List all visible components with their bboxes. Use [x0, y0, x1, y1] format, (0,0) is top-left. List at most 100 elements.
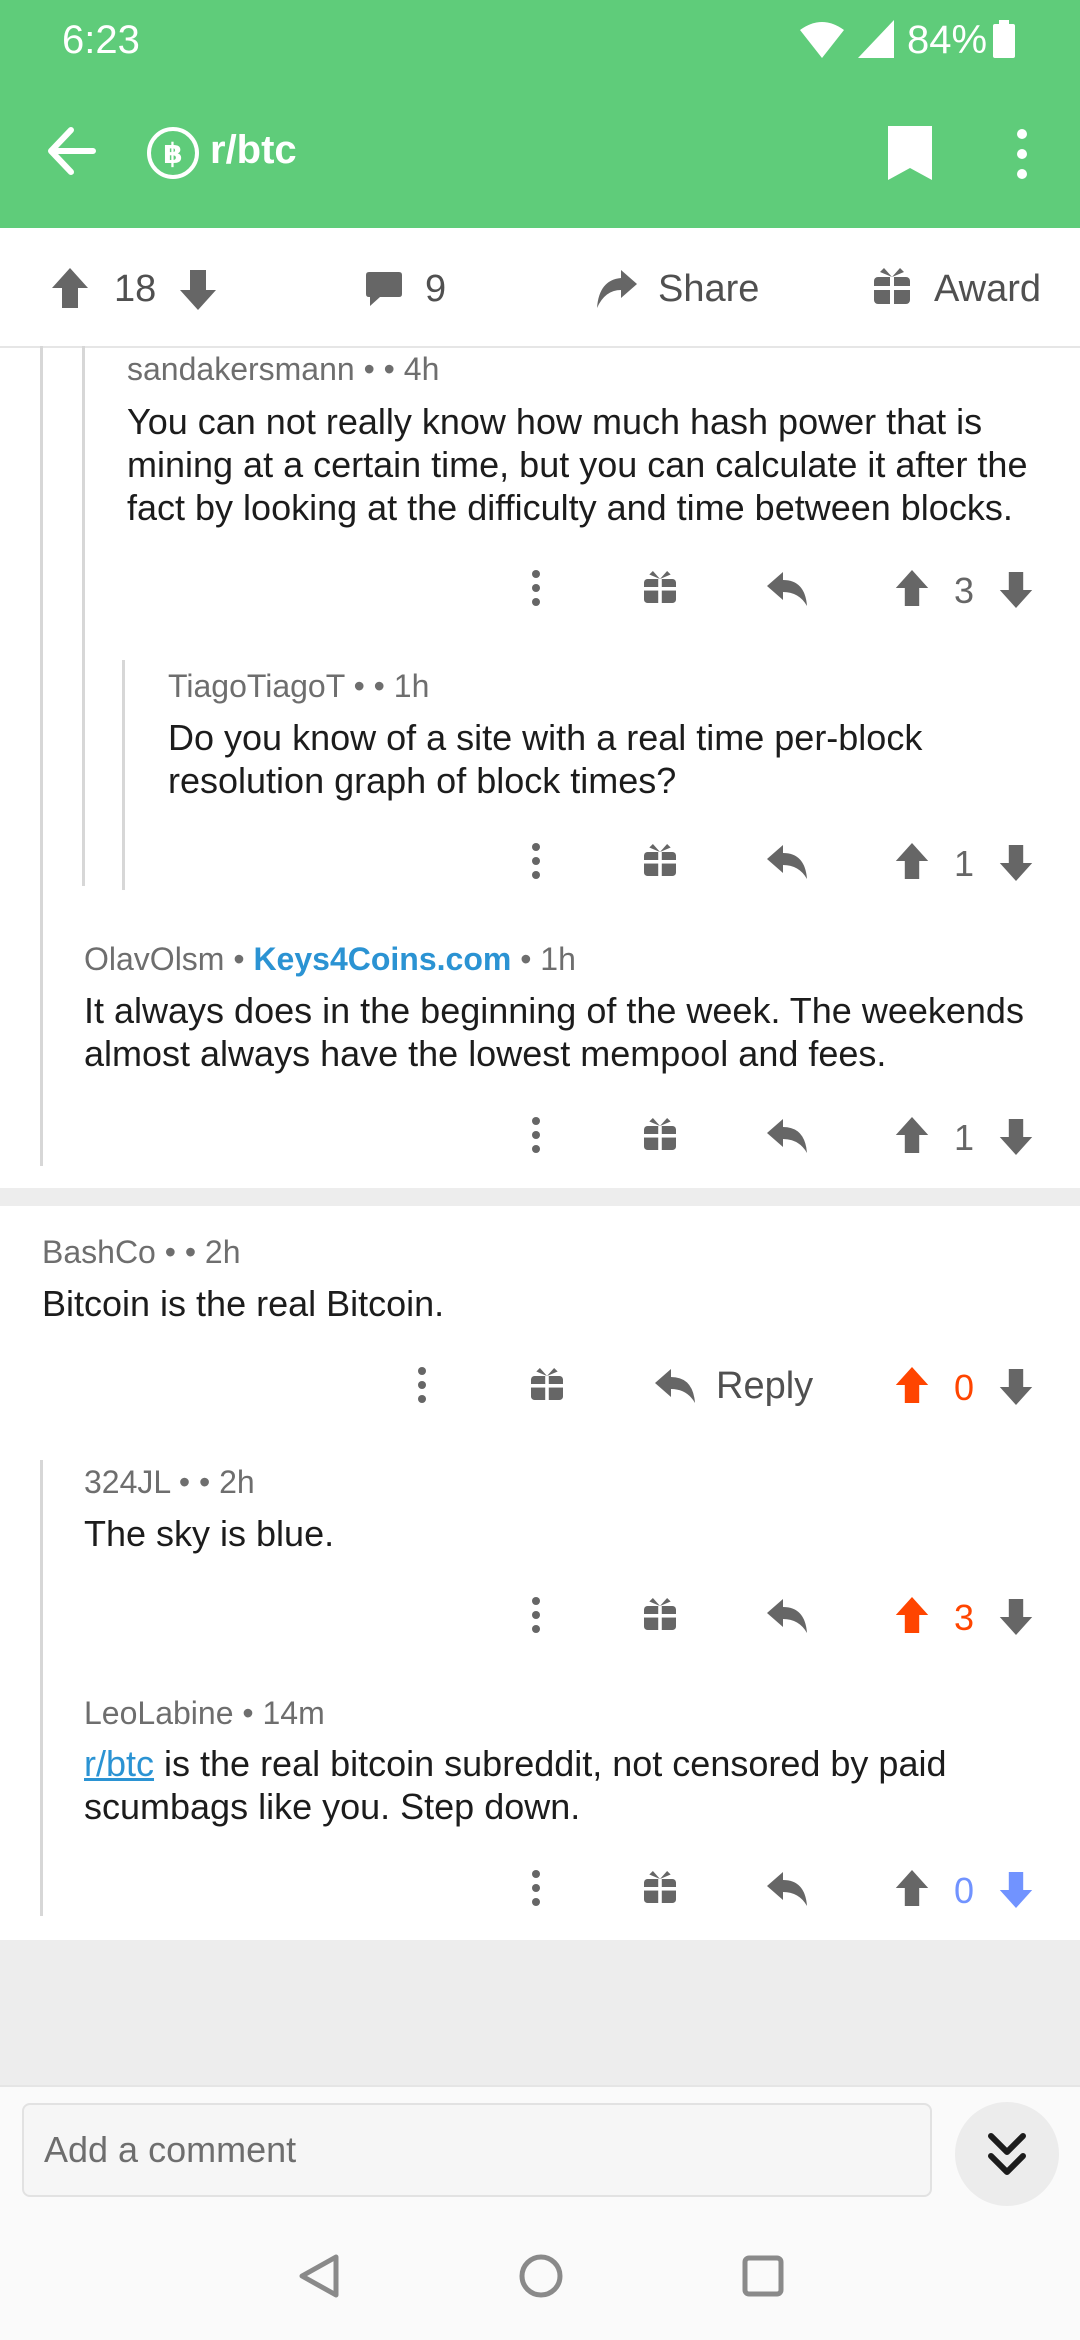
reply-icon[interactable] [767, 845, 807, 879]
comment-author[interactable]: 324JL [84, 1464, 170, 1500]
comment-time: • 14m [242, 1695, 325, 1731]
comment-score: 3 [953, 1597, 975, 1638]
comment-score: 3 [953, 570, 975, 611]
wifi-icon [800, 20, 844, 60]
signal-icon [858, 20, 894, 58]
meta-separator: • [363, 351, 375, 387]
comments-icon[interactable] [366, 272, 402, 308]
comment-time: • 2h [184, 1234, 241, 1270]
more-options-icon[interactable] [530, 1870, 542, 1906]
comment-author[interactable]: BashCo [42, 1234, 156, 1270]
award-gift-icon[interactable] [644, 571, 676, 603]
comment-score: 0 [953, 1870, 975, 1911]
downvote-icon[interactable] [999, 1119, 1033, 1155]
more-options-icon[interactable] [530, 1597, 542, 1633]
reply-button[interactable]: Reply [716, 1365, 813, 1408]
more-options-icon[interactable] [530, 570, 542, 606]
nav-back-icon[interactable] [298, 2253, 340, 2299]
battery-level: 84% [907, 18, 988, 62]
post-upvote-icon[interactable] [52, 268, 88, 308]
post-score: 18 [114, 268, 157, 310]
comment-body: It always does in the beginning of the w… [84, 990, 1024, 1074]
award-gift-icon[interactable] [531, 1368, 563, 1400]
thread-line [40, 1460, 43, 1916]
add-comment-input[interactable] [22, 2103, 932, 2197]
comment-meta: 324JL • • 2h [84, 1464, 255, 1501]
downvote-icon[interactable] [999, 1872, 1033, 1908]
upvote-icon[interactable] [895, 570, 929, 606]
comment-author[interactable]: TiagoTiagoT [168, 668, 345, 704]
more-options-icon[interactable] [530, 843, 542, 879]
back-arrow-icon[interactable] [45, 126, 97, 176]
comment-score: 1 [953, 843, 975, 884]
comment-score: 1 [953, 1117, 975, 1158]
nav-recents-icon[interactable] [742, 2255, 784, 2297]
share-label[interactable]: Share [658, 268, 759, 311]
award-gift-icon[interactable] [644, 1598, 676, 1630]
svg-text:฿: ฿ [163, 137, 182, 170]
comment-meta: TiagoTiagoT • • 1h [168, 668, 429, 705]
comment-score: 0 [953, 1367, 975, 1408]
meta-separator: • [353, 668, 365, 704]
jump-to-next-button[interactable] [955, 2102, 1059, 2206]
thread-divider [0, 1188, 1080, 1206]
reply-icon[interactable] [767, 1872, 807, 1906]
overflow-menu-icon[interactable] [1012, 128, 1032, 180]
bookmark-icon[interactable] [888, 126, 932, 180]
reply-icon[interactable] [655, 1369, 695, 1403]
comment-body: Bitcoin is the real Bitcoin. [42, 1283, 445, 1324]
battery-icon [993, 20, 1015, 58]
comment-meta: LeoLabine • 14m [84, 1695, 325, 1732]
downvote-icon[interactable] [999, 1599, 1033, 1635]
system-nav-bar [0, 2215, 1080, 2340]
reply-icon[interactable] [767, 1119, 807, 1153]
comment-body: The sky is blue. [84, 1513, 335, 1554]
thread-line [122, 660, 125, 890]
meta-separator: • [233, 941, 245, 977]
subreddit-bitcoin-icon: ฿ [145, 125, 201, 181]
upvote-icon[interactable] [895, 843, 929, 879]
comment-time: • 1h [373, 668, 430, 704]
comment-time: • 4h [383, 351, 440, 387]
comment-author[interactable]: LeoLabine [84, 1695, 233, 1731]
comment-meta: BashCo • • 2h [42, 1234, 241, 1271]
nav-home-icon[interactable] [518, 2253, 564, 2299]
upvote-icon[interactable] [895, 1870, 929, 1906]
subreddit-link[interactable]: r/btc [84, 1743, 154, 1784]
comment-time: • 2h [198, 1464, 255, 1500]
thread-line [82, 346, 85, 886]
more-options-icon[interactable] [530, 1117, 542, 1153]
status-time: 6:23 [62, 18, 140, 62]
user-flair: Keys4Coins.com [253, 941, 512, 977]
downvote-icon[interactable] [999, 1369, 1033, 1405]
award-gift-icon[interactable] [644, 1871, 676, 1903]
end-of-thread-area [0, 1940, 1080, 2085]
upvote-icon[interactable] [895, 1597, 929, 1633]
app-bar: 6:23 84% ฿ r/btc [0, 0, 1080, 228]
upvote-icon[interactable] [895, 1367, 929, 1403]
thread-line [40, 346, 43, 1166]
comment-count: 9 [425, 268, 447, 310]
double-chevron-down-icon [987, 2130, 1027, 2178]
reply-icon[interactable] [767, 1599, 807, 1633]
post-action-bar: 18 9 Share Award [0, 228, 1080, 348]
meta-separator: • [178, 1464, 191, 1500]
comment-author[interactable]: sandakersmann [127, 351, 355, 387]
award-label[interactable]: Award [934, 268, 1041, 311]
award-gift-icon[interactable] [874, 268, 910, 304]
comment-body: r/btc is the real bitcoin subreddit, not… [84, 1742, 1044, 1828]
downvote-icon[interactable] [999, 572, 1033, 608]
more-options-icon[interactable] [416, 1367, 428, 1403]
downvote-icon[interactable] [999, 845, 1033, 881]
comment-author[interactable]: OlavOlsm [84, 941, 224, 977]
share-icon[interactable] [597, 270, 637, 308]
award-gift-icon[interactable] [644, 1118, 676, 1150]
comment-body: You can not really know how much hash po… [127, 401, 1028, 528]
comment-body: Do you know of a site with a real time p… [168, 717, 923, 801]
subreddit-name[interactable]: r/btc [210, 128, 297, 173]
award-gift-icon[interactable] [644, 844, 676, 876]
reply-icon[interactable] [767, 572, 807, 606]
comment-body-text: is the real bitcoin subreddit, not censo… [84, 1743, 947, 1827]
upvote-icon[interactable] [895, 1117, 929, 1153]
post-downvote-icon[interactable] [180, 270, 216, 310]
